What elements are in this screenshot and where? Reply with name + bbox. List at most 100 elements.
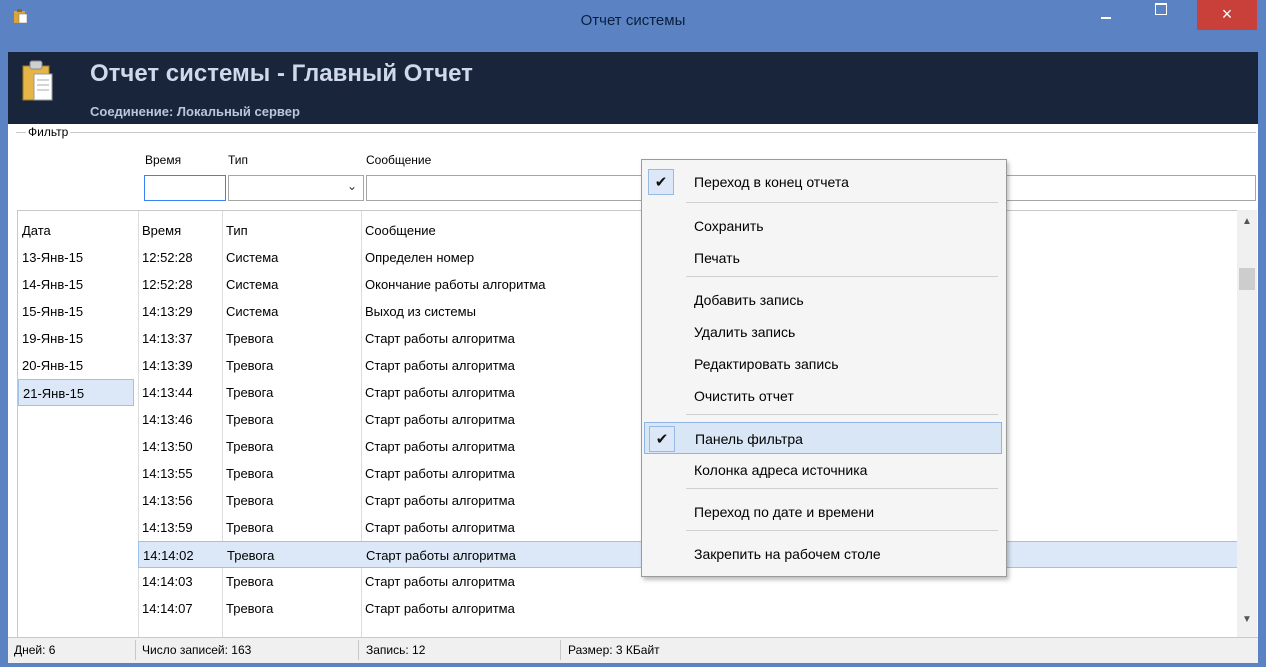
type-cell: Тревога — [226, 466, 274, 481]
context-menu-label: Сохранить — [694, 218, 764, 234]
time-cell: 14:14:02 — [143, 548, 194, 563]
context-menu: ✔ Переход в конец отчета Сохранить Печать До… — [641, 159, 1007, 577]
report-grid: Дата 13-Янв-15 14-Янв-15 15-Янв-15 19-Янв-15… — [17, 210, 1247, 640]
context-menu-item[interactable]: Удалить запись — [644, 316, 1002, 348]
type-cell: Тревога — [226, 520, 274, 535]
date-list-item[interactable]: 19-Янв-15 — [18, 325, 134, 352]
status-divider — [135, 640, 136, 660]
status-bar: Дней: 6 Число записей: 163 Запись: 12 Ра… — [8, 637, 1258, 663]
date-list-item[interactable]: 15-Янв-15 — [18, 298, 134, 325]
status-days: Дней: 6 — [14, 643, 56, 657]
filter-time-label: Время — [145, 153, 182, 167]
maximize-button[interactable] — [1151, 0, 1197, 30]
date-label: 14-Янв-15 — [22, 277, 84, 292]
date-list-item[interactable]: 20-Янв-15 — [18, 352, 134, 379]
checkmark-icon: ✔ — [649, 426, 675, 452]
menu-separator — [686, 530, 998, 531]
type-cell: Тревога — [226, 601, 274, 616]
time-cell: 14:14:07 — [142, 601, 193, 616]
filter-type-label: Тип — [228, 153, 249, 167]
type-cell: Система — [226, 304, 279, 319]
menu-separator — [686, 276, 998, 277]
context-menu-item[interactable]: Колонка адреса источника — [644, 454, 1002, 486]
context-menu-item[interactable]: ✔ Переход в конец отчета — [644, 166, 1002, 198]
type-cell: Тревога — [226, 412, 274, 427]
checkmark-icon: ✔ — [648, 169, 674, 195]
date-label: 19-Янв-15 — [22, 331, 84, 346]
close-icon: × — [1221, 4, 1233, 24]
date-column-header[interactable]: Дата — [18, 217, 138, 244]
filter-panel: Фильтр Время Тип Сообщение ⌄ — [16, 125, 1256, 205]
status-divider — [358, 640, 359, 660]
filter-type-select[interactable]: ⌄ — [228, 175, 364, 201]
status-divider — [560, 640, 561, 660]
menu-separator — [686, 488, 998, 489]
time-cell: 14:13:46 — [142, 412, 193, 427]
status-current-record: Запись: 12 — [366, 643, 426, 657]
context-menu-item[interactable]: Редактировать запись — [644, 348, 1002, 380]
context-menu-label: Редактировать запись — [694, 356, 839, 372]
context-menu-label: Печать — [694, 250, 740, 266]
type-cell: Система — [226, 250, 279, 265]
filter-legend: Фильтр — [26, 125, 71, 139]
status-size: Размер: 3 КБайт — [568, 643, 660, 657]
time-cell: 14:13:50 — [142, 439, 193, 454]
date-list-item[interactable]: 21-Янв-15 — [18, 379, 134, 406]
close-button[interactable]: × — [1197, 0, 1257, 30]
context-menu-item[interactable]: Очистить отчет — [644, 380, 1002, 412]
context-menu-label: Очистить отчет — [694, 388, 794, 404]
minimize-icon — [1101, 17, 1111, 19]
time-cell: 14:14:03 — [142, 574, 193, 589]
context-menu-item[interactable]: ✔ Панель фильтра — [644, 422, 1002, 454]
menu-separator — [686, 202, 998, 203]
time-cell: 14:13:55 — [142, 466, 193, 481]
date-label: 13-Янв-15 — [22, 250, 84, 265]
type-cell: Тревога — [226, 493, 274, 508]
window-title: Отчет системы — [580, 12, 686, 29]
type-cell: Тревога — [226, 574, 274, 589]
context-menu-item[interactable]: Переход по дате и времени — [644, 496, 1002, 528]
minimize-button[interactable] — [1083, 0, 1129, 30]
context-menu-label: Панель фильтра — [695, 431, 803, 447]
time-cell: 14:13:44 — [142, 385, 193, 400]
context-menu-item[interactable]: Сохранить — [644, 210, 1002, 242]
context-menu-item[interactable]: Добавить запись — [644, 284, 1002, 316]
type-cell: Тревога — [226, 439, 274, 454]
context-menu-label: Переход по дате и времени — [694, 504, 875, 520]
time-cell: 14:13:39 — [142, 358, 193, 373]
type-cell: Тревога — [226, 385, 274, 400]
report-header: Отчет системы - Главный Отчет Соединение… — [8, 52, 1258, 124]
date-header-label: Дата — [22, 223, 51, 238]
time-cell: 12:52:28 — [142, 250, 193, 265]
context-menu-label: Закрепить на рабочем столе — [694, 546, 881, 562]
scroll-up-icon[interactable]: ▲ — [1242, 216, 1252, 227]
type-column-header[interactable]: Тип — [222, 217, 361, 244]
type-cell: Тревога — [226, 358, 274, 373]
table-row[interactable]: 14:14:07 Тревога Старт работы алгоритма — [138, 595, 1244, 622]
type-cell: Тревога — [226, 331, 274, 346]
page-title: Отчет системы - Главный Отчет — [90, 60, 473, 87]
time-column-header[interactable]: Время — [138, 217, 222, 244]
date-list-item[interactable]: 13-Янв-15 — [18, 244, 134, 271]
scroll-down-icon[interactable]: ▼ — [1242, 614, 1252, 625]
time-cell: 14:13:56 — [142, 493, 193, 508]
context-menu-item[interactable]: Закрепить на рабочем столе — [644, 538, 1002, 570]
title-bar: Отчет системы × — [0, 0, 1266, 44]
vertical-scrollbar[interactable]: ▲ ▼ — [1237, 210, 1257, 640]
date-label: 15-Янв-15 — [22, 304, 84, 319]
date-list-item[interactable]: 14-Янв-15 — [18, 271, 134, 298]
maximize-icon — [1155, 3, 1167, 15]
chevron-down-icon: ⌄ — [346, 179, 357, 193]
context-menu-label: Удалить запись — [694, 324, 796, 340]
context-menu-label: Переход в конец отчета — [694, 174, 849, 190]
date-label: 20-Янв-15 — [22, 358, 84, 373]
context-menu-label: Колонка адреса источника — [694, 462, 868, 478]
date-label: 21-Янв-15 — [23, 386, 85, 401]
context-menu-item[interactable]: Печать — [644, 242, 1002, 274]
scroll-thumb[interactable] — [1239, 268, 1255, 290]
message-cell: Старт работы алгоритма — [365, 601, 515, 616]
context-menu-label: Добавить запись — [694, 292, 804, 308]
time-cell: 14:13:37 — [142, 331, 193, 346]
status-record-count: Число записей: 163 — [142, 643, 252, 657]
filter-time-input[interactable] — [144, 175, 226, 201]
